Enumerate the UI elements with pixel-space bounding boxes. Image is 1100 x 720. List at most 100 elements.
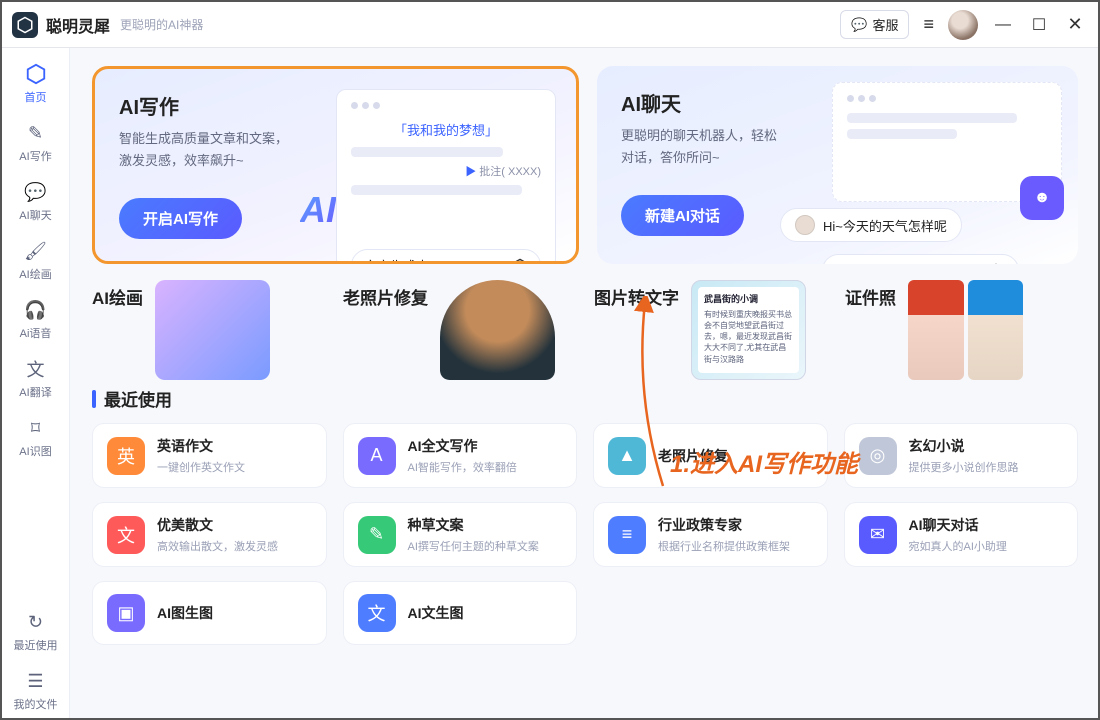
support-button[interactable]: 💬 客服 [840,10,909,39]
user-avatar[interactable] [948,10,978,40]
support-label: 客服 [872,15,898,34]
sidebar-item-label: Ai语音 [20,325,52,341]
recent-card[interactable]: ≡行业政策专家根据行业名称提供政策框架 [593,502,828,567]
feature-title: 图片转文字 [594,284,679,309]
hero-write-desc: 智能生成高质量文章和文案， 激发灵感，效率飙升~ [119,128,329,172]
recent-card-title: 种草文案 [408,515,539,535]
chat-bubble-user: Hi~今天的天气怎样呢 [780,208,962,242]
folder-icon: ☰ [24,669,48,693]
recent-card[interactable]: ✎ 种草文案 AI撰写任何主题的种草文案 [343,502,578,567]
recent-card-icon: ✎ [358,516,396,554]
recent-card[interactable]: ▣AI图生图 [92,581,327,645]
sidebar-item-write[interactable]: ✎ AI写作 [6,113,66,170]
sidebar-item-home[interactable]: 首页 [6,54,66,111]
sidebar-item-files[interactable]: ☰ 我的文件 [6,661,66,718]
home-icon [24,62,48,86]
hero-card-write[interactable]: AI写作 智能生成高质量文章和文案， 激发灵感，效率飙升~ 开启AI写作 AI … [92,66,579,264]
sidebar-item-label: 首页 [25,89,47,105]
sidebar-item-label: 我的文件 [14,696,58,712]
recent-card-sub: 宛如真人的AI小助理 [909,538,1007,554]
sidebar: 首页 ✎ AI写作 💬 AI聊天 🖌 AI绘画 🎧 Ai语音 文 AI翻译 ⌑ … [2,48,70,718]
mock-doc-title: 「我和我的梦想」 [351,120,541,139]
app-logo-icon [12,12,38,38]
recent-card-icon: ▣ [107,594,145,632]
sidebar-item-label: 最近使用 [14,637,58,653]
sidebar-item-translate[interactable]: 文 AI翻译 [6,349,66,406]
recent-card-title: AI全文写作 [408,436,517,456]
recent-card-sub: 提供更多小说创作思路 [909,459,1019,475]
feature-title: 老照片修复 [343,284,428,309]
recent-card-icon: 文 [107,516,145,554]
scan-icon: ⌑ [24,416,48,440]
hex-icon [512,258,528,265]
sidebar-item-ocr[interactable]: ⌑ AI识图 [6,408,66,465]
write-mock-panel: 「我和我的梦想」 批注( XXXX) 文章生成中 [336,89,556,264]
feature-title: 证件照 [845,284,896,309]
recent-card-title: 优美散文 [157,515,278,535]
mock-annotation: 批注( XXXX) [351,163,541,179]
close-button[interactable]: ✕ [1064,14,1086,35]
chat-bubble-icon: 💬 [851,17,867,33]
feather-icon: ✎ [24,121,48,145]
chat-bubbles: Hi~今天的天气怎样呢 你好呀，今天天气晴朗… [810,122,1060,213]
recent-card-title: 英语作文 [157,436,245,456]
translate-icon: 文 [24,357,48,381]
recent-card-icon: 文 [358,594,396,632]
start-ai-write-button[interactable]: 开启AI写作 [119,198,242,239]
sidebar-item-label: AI写作 [19,148,51,164]
app-subtitle: 更聪明的AI神器 [120,16,203,33]
recent-card-sub: 高效输出散文，激发灵感 [157,538,278,554]
brush-icon: 🖌 [24,239,48,263]
feature-title: AI绘画 [92,284,143,309]
new-ai-chat-button[interactable]: 新建AI对话 [621,195,744,236]
sidebar-item-recent[interactable]: ↻ 最近使用 [6,602,66,659]
recent-card-sub: 一键创作英文作文 [157,459,245,475]
recent-card-icon: ✉ [859,516,897,554]
recent-card[interactable]: 英英语作文一键创作英文作文 [92,423,327,488]
feature-thumb [908,280,1023,380]
recent-card-icon: A [358,437,396,475]
feature-ocr[interactable]: 图片转文字 武昌街的小调 有时候到重庆晚报买书总会不自觉地望武昌街过去，嗯，最近… [594,280,827,380]
history-icon: ↻ [24,610,48,634]
recent-grid: 英英语作文一键创作英文作文AAI全文写作AI智能写作，效率翻倍▲老照片修复◎玄幻… [92,423,1078,645]
annotation-text: 1.进入AI写作功能 [670,444,858,479]
sidebar-item-label: AI聊天 [19,207,51,223]
maximize-button[interactable]: ☐ [1028,15,1050,35]
hex-icon [988,263,1004,265]
recent-card-sub: AI撰写任何主题的种草文案 [408,538,539,554]
minimize-button[interactable]: — [992,16,1014,34]
recent-card-icon: ≡ [608,516,646,554]
headphone-icon: 🎧 [24,298,48,322]
recent-card-sub: AI智能写作，效率翻倍 [408,459,517,475]
section-title: 最近使用 [104,386,172,411]
hero-card-chat[interactable]: AI聊天 更聪明的聊天机器人，轻松 对话，答你所问~ 新建AI对话 ☻ Hi~今… [597,66,1078,264]
title-bar: 聪明灵犀 更聪明的AI神器 💬 客服 ≡ — ☐ ✕ [2,2,1098,48]
feature-photo-restore[interactable]: 老照片修复 [343,280,576,380]
feature-row: AI绘画 老照片修复 图片转文字 武昌街的小调 有时候到重庆晚报买书总会不自觉地… [92,280,1078,380]
recent-card-title: AI文生图 [408,603,464,623]
recent-card-title: AI聊天对话 [909,515,1007,535]
mock-generating-pill: 文章生成中 [351,249,541,264]
recent-card[interactable]: 文 AI文生图 [343,581,578,645]
feature-ai-paint[interactable]: AI绘画 [92,280,325,380]
sidebar-item-paint[interactable]: 🖌 AI绘画 [6,231,66,288]
recent-card-icon: ◎ [859,437,897,475]
recent-card-icon: 英 [107,437,145,475]
sidebar-item-voice[interactable]: 🎧 Ai语音 [6,290,66,347]
sidebar-item-chat[interactable]: 💬 AI聊天 [6,172,66,229]
recent-card[interactable]: ✉ AI聊天对话宛如真人的AI小助理 [844,502,1079,567]
recent-card-title: 玄幻小说 [909,436,1019,456]
recent-card[interactable]: ◎ 玄幻小说提供更多小说创作思路 [844,423,1079,488]
recent-card-sub: 根据行业名称提供政策框架 [658,538,790,554]
recent-card[interactable]: A AI全文写作 AI智能写作，效率翻倍 [343,423,578,488]
recent-card[interactable]: 文优美散文高效输出散文，激发灵感 [92,502,327,567]
feature-thumb [155,280,270,380]
menu-icon[interactable]: ≡ [923,14,934,35]
feature-id-photo[interactable]: 证件照 [845,280,1078,380]
ai-badge-icon: AI [300,189,336,231]
sidebar-item-label: AI绘画 [19,266,51,282]
sidebar-item-label: AI识图 [19,443,51,459]
hero-chat-desc: 更聪明的聊天机器人，轻松 对话，答你所问~ [621,125,831,169]
chat-icon: 💬 [24,180,48,204]
feature-thumb: 武昌街的小调 有时候到重庆晚报买书总会不自觉地望武昌街过去，嗯，最近发现武昌街大… [691,280,806,380]
